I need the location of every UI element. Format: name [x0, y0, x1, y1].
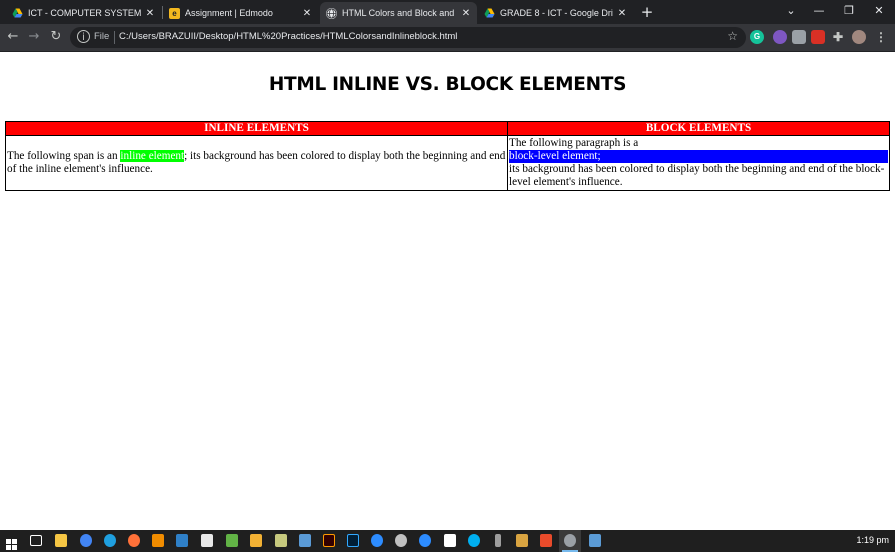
- app-white-square-icon[interactable]: [444, 534, 456, 547]
- app-green-icon[interactable]: [226, 534, 238, 547]
- address-divider: [114, 31, 115, 44]
- firefox-icon[interactable]: [128, 534, 140, 547]
- task-view-icon[interactable]: [30, 535, 42, 546]
- minimize-window-icon[interactable]: —: [806, 0, 832, 22]
- block-intro-paragraph: The following paragraph is a: [509, 137, 639, 149]
- header-block-elements: BLOCK ELEMENTS: [507, 121, 890, 136]
- notepad-icon[interactable]: [275, 534, 287, 547]
- restore-window-icon[interactable]: ❐: [836, 0, 862, 22]
- app-white-icon[interactable]: [201, 534, 213, 547]
- block-level-paragraph: block-level element;: [509, 150, 888, 163]
- tab-edmodo-assignment[interactable]: e Assignment | Edmodo ✕: [163, 2, 318, 24]
- windows-taskbar: 1:19 pm: [0, 530, 895, 552]
- close-tab-icon[interactable]: ✕: [461, 8, 471, 19]
- browser-toolbar: ← → ↻ i File C:/Users/BRAZUII/Desktop/HT…: [0, 24, 895, 52]
- zoom-meeting-icon[interactable]: [419, 534, 431, 547]
- inline-element-span: inline element: [120, 150, 185, 162]
- browser-tab-strip: ICT - COMPUTER SYSTEMS SERV ✕ e Assignme…: [0, 0, 895, 24]
- illustrator-icon[interactable]: [323, 534, 335, 547]
- tab-title: ICT - COMPUTER SYSTEMS SERV: [28, 8, 141, 18]
- edmodo-icon: e: [169, 7, 180, 19]
- new-tab-button[interactable]: +: [640, 3, 654, 21]
- tab-title: HTML Colors and Block and Inlin: [342, 8, 457, 18]
- app-orange-icon[interactable]: [250, 534, 262, 547]
- web-page: HTML INLINE VS. BLOCK ELEMENTS INLINE EL…: [0, 52, 895, 530]
- close-tab-icon[interactable]: ✕: [145, 8, 155, 19]
- tab-title: GRADE 8 - ICT - Google Drive: [500, 8, 613, 18]
- app-gray-icon[interactable]: [395, 534, 407, 547]
- photoshop-icon[interactable]: [347, 534, 359, 547]
- grammarly-icon[interactable]: G: [750, 30, 764, 44]
- table-header-row: INLINE ELEMENTS BLOCK ELEMENTS: [5, 121, 890, 136]
- app-lightblue-icon[interactable]: [299, 534, 311, 547]
- app-blue-icon[interactable]: [176, 534, 188, 547]
- comparison-table: INLINE ELEMENTS BLOCK ELEMENTS The follo…: [5, 121, 890, 191]
- block-cell: The following paragraph is a block-level…: [507, 135, 890, 191]
- bookmark-star-icon[interactable]: ☆: [727, 29, 738, 43]
- block-after-paragraph: its background has been colored to displ…: [509, 163, 885, 188]
- globe-icon: [326, 7, 337, 19]
- address-bar[interactable]: i File C:/Users/BRAZUII/Desktop/HTML%20P…: [70, 27, 746, 48]
- app-red-icon[interactable]: [540, 534, 552, 547]
- tab-grade8-ict-drive[interactable]: GRADE 8 - ICT - Google Drive ✕: [478, 2, 633, 24]
- google-drive-icon: [484, 8, 495, 19]
- forward-arrow-icon[interactable]: →: [25, 28, 43, 46]
- extensions-puzzle-icon[interactable]: ✚: [831, 30, 845, 44]
- profile-avatar-icon[interactable]: [852, 30, 866, 44]
- tab-html-colors[interactable]: HTML Colors and Block and Inlin ✕: [320, 2, 477, 24]
- chrome-icon[interactable]: [80, 534, 92, 547]
- close-tab-icon[interactable]: ✕: [617, 8, 627, 19]
- extension-purple-icon[interactable]: [773, 30, 787, 44]
- site-info-icon[interactable]: i: [77, 30, 90, 43]
- windows-start-icon[interactable]: [6, 535, 17, 550]
- file-explorer-icon[interactable]: [55, 534, 67, 547]
- skype-icon[interactable]: [468, 534, 480, 547]
- reload-icon[interactable]: ↻: [47, 28, 65, 46]
- close-tab-icon[interactable]: ✕: [302, 8, 312, 19]
- usb-icon[interactable]: [495, 534, 501, 547]
- inline-cell: The following span is an inline element;…: [5, 135, 508, 191]
- chrome-window-icon: [564, 534, 576, 547]
- back-arrow-icon[interactable]: ←: [4, 28, 22, 46]
- menu-kebab-icon[interactable]: ⋮: [874, 30, 888, 44]
- google-drive-icon: [12, 8, 23, 19]
- header-inline-elements: INLINE ELEMENTS: [5, 121, 508, 136]
- vlc-icon[interactable]: [152, 534, 164, 547]
- tab-ict-computer-systems[interactable]: ICT - COMPUTER SYSTEMS SERV ✕: [6, 2, 161, 24]
- taskbar-clock[interactable]: 1:19 pm: [856, 535, 889, 545]
- edge-icon[interactable]: [104, 534, 116, 547]
- table-row: The following span is an inline element;…: [5, 135, 890, 191]
- address-url[interactable]: C:/Users/BRAZUII/Desktop/HTML%20Practice…: [119, 31, 457, 42]
- address-scheme-label: File: [94, 31, 110, 42]
- page-heading: HTML INLINE VS. BLOCK ELEMENTS: [268, 74, 627, 95]
- app-gold-icon[interactable]: [516, 534, 528, 547]
- zoom-icon[interactable]: [371, 534, 383, 547]
- tab-title: Assignment | Edmodo: [185, 8, 273, 18]
- extension-red-icon[interactable]: [811, 30, 825, 44]
- camera-icon[interactable]: [792, 30, 806, 44]
- close-window-icon[interactable]: ✕: [866, 0, 892, 22]
- chrome-active-task[interactable]: [559, 530, 581, 552]
- inline-text-before: The following span is an: [7, 150, 121, 162]
- app-doc-icon[interactable]: [589, 534, 601, 547]
- tab-search-chevron-icon[interactable]: ⌄: [778, 0, 804, 22]
